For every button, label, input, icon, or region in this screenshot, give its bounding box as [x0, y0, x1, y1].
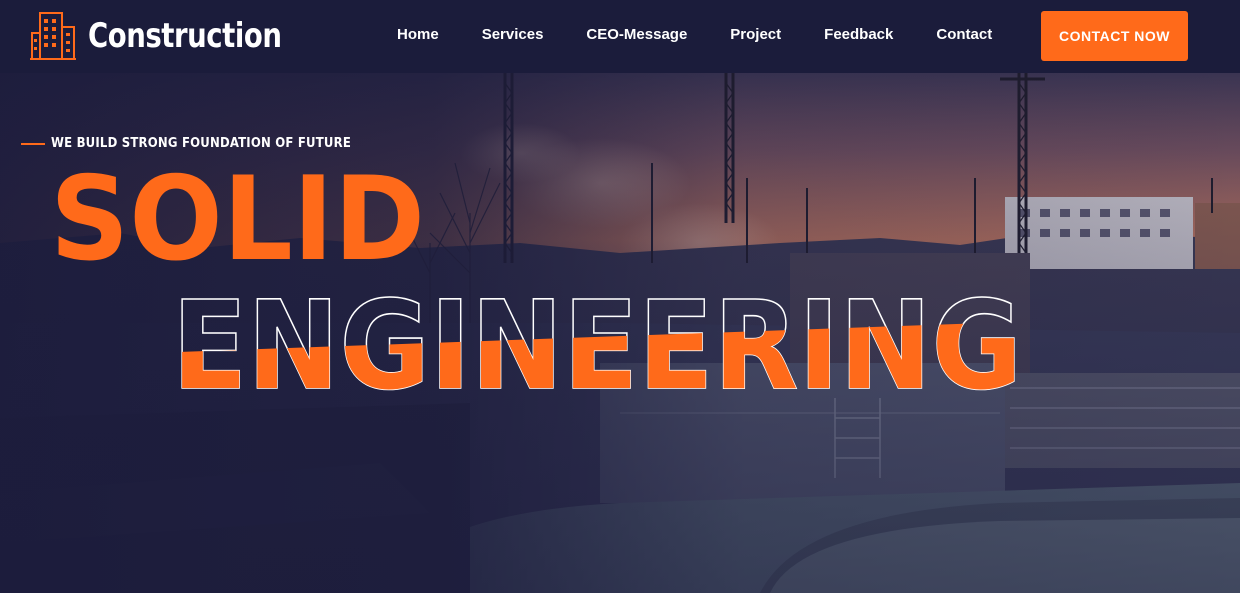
brand-name: Construction — [88, 16, 282, 56]
hero-section: WE BUILD STRONG FOUNDATION OF FUTURE SOL… — [0, 73, 1240, 593]
hero-background-image — [0, 73, 1240, 593]
top-navbar: Construction Home Services CEO-Message P… — [0, 0, 1240, 73]
nav-home[interactable]: Home — [397, 26, 439, 43]
tagline-text: WE BUILD STRONG FOUNDATION OF FUTURE — [51, 136, 352, 151]
nav-contact[interactable]: Contact — [936, 26, 992, 43]
nav-feedback[interactable]: Feedback — [824, 26, 893, 43]
main-nav: Home Services CEO-Message Project Feedba… — [397, 26, 1035, 43]
nav-project[interactable]: Project — [730, 26, 781, 43]
hero-tagline: WE BUILD STRONG FOUNDATION OF FUTURE — [21, 136, 351, 151]
logo-link[interactable]: Construction — [30, 11, 303, 61]
nav-ceo-message[interactable]: CEO-Message — [586, 26, 687, 43]
contact-now-button[interactable]: CONTACT NOW — [1041, 11, 1188, 61]
tagline-dash — [21, 142, 45, 145]
nav-services[interactable]: Services — [482, 26, 544, 43]
building-icon — [30, 12, 76, 60]
